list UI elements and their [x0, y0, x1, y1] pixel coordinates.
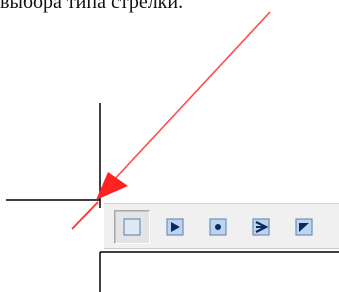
- square-outline-icon: [123, 218, 141, 236]
- arrow-none-button[interactable]: [114, 210, 150, 244]
- arrow-dot-button[interactable]: [200, 210, 236, 244]
- dot-arrowhead-icon: [209, 218, 227, 236]
- half-arrowhead-icon: [295, 218, 313, 236]
- arrow-half-button[interactable]: [286, 210, 322, 244]
- red-arrow-shaft: [111, 11, 271, 183]
- red-arrowhead-icon: [96, 172, 128, 200]
- open-arrowhead-icon: [252, 218, 270, 236]
- red-arrow-tail-line: [71, 201, 99, 230]
- arrow-triangle-button[interactable]: [157, 210, 193, 244]
- arrow-open-button[interactable]: [243, 210, 279, 244]
- filled-triangle-arrowhead-icon: [166, 218, 184, 236]
- arrow-type-toolbar: [104, 203, 339, 249]
